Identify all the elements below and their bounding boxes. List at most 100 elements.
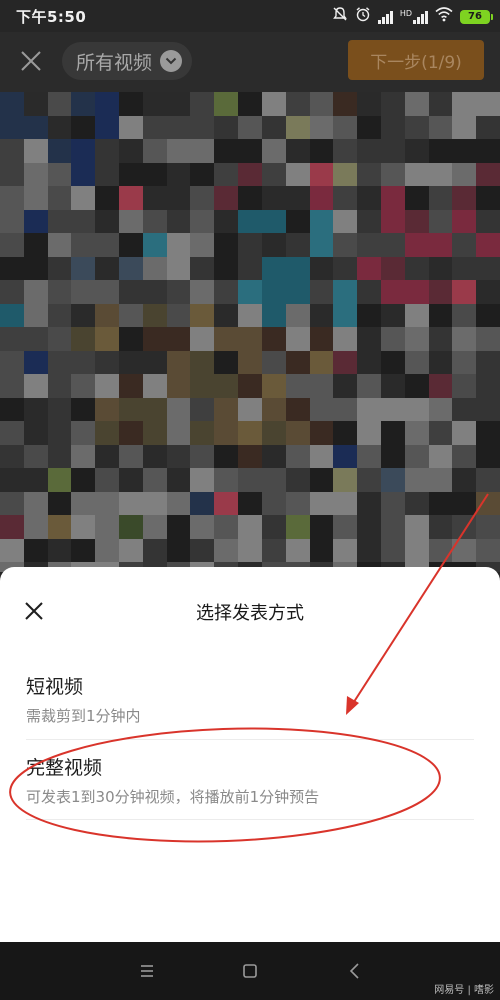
video-thumbnail-grid[interactable] — [0, 92, 500, 572]
mosaic-cell — [0, 209, 24, 233]
mosaic-cell — [285, 233, 310, 257]
mosaic-cell — [404, 374, 429, 398]
mosaic-cell — [47, 421, 72, 445]
mosaic-cell — [190, 538, 215, 562]
mosaic-cell — [309, 115, 334, 139]
mosaic-cell — [404, 421, 429, 445]
mosaic-cell — [476, 397, 500, 421]
mosaic-cell — [285, 468, 310, 492]
option-full-video[interactable]: 完整视频 可发表1到30分钟视频，将播放前1分钟预告 — [26, 753, 474, 815]
mosaic-cell — [166, 538, 191, 562]
mosaic-cell — [166, 350, 191, 374]
mosaic-cell — [119, 303, 143, 327]
mosaic-cell — [261, 303, 286, 327]
mosaic-cell — [261, 209, 286, 233]
mosaic-cell — [333, 186, 358, 210]
mosaic-cell — [261, 515, 286, 539]
mosaic-cell — [285, 162, 310, 186]
mosaic-cell — [71, 468, 96, 492]
mosaic-cell — [166, 162, 191, 186]
mosaic-cell — [452, 186, 477, 210]
mosaic-cell — [95, 421, 120, 445]
mosaic-cell — [261, 468, 286, 492]
home-icon[interactable] — [237, 958, 263, 984]
mosaic-cell — [428, 421, 453, 445]
mosaic-cell — [166, 209, 191, 233]
mosaic-cell — [95, 162, 120, 186]
mosaic-cell — [309, 421, 334, 445]
mosaic-cell — [261, 139, 286, 163]
mosaic-cell — [214, 538, 239, 562]
mosaic-cell — [142, 139, 167, 163]
mosaic-cell — [71, 397, 96, 421]
mosaic-cell — [166, 92, 191, 116]
album-selector[interactable]: 所有视频 — [62, 42, 193, 80]
mosaic-cell — [380, 303, 405, 327]
mosaic-cell — [380, 186, 405, 210]
mosaic-cell — [119, 444, 143, 468]
mosaic-cell — [119, 374, 143, 398]
mosaic-cell — [71, 162, 96, 186]
mosaic-cell — [333, 444, 358, 468]
mosaic-cell — [452, 280, 477, 304]
mosaic-cell — [190, 327, 215, 351]
mosaic-cell — [357, 280, 381, 304]
status-time: 下午5:50 — [16, 8, 87, 26]
mosaic-cell — [238, 468, 262, 492]
mosaic-cell — [71, 303, 96, 327]
mosaic-cell — [71, 209, 96, 233]
mosaic-cell — [404, 256, 429, 280]
mosaic-cell — [166, 327, 191, 351]
mosaic-cell — [142, 350, 167, 374]
mosaic-cell — [428, 350, 453, 374]
mosaic-cell — [357, 139, 381, 163]
mosaic-cell — [0, 139, 24, 163]
mosaic-cell — [333, 491, 358, 515]
mosaic-cell — [357, 256, 381, 280]
mosaic-cell — [357, 397, 381, 421]
mosaic-cell — [190, 233, 215, 257]
mosaic-cell — [309, 444, 334, 468]
next-step-button[interactable]: 下一步(1/9) — [348, 40, 484, 80]
mosaic-cell — [190, 468, 215, 492]
mosaic-cell — [428, 139, 453, 163]
mosaic-cell — [238, 397, 262, 421]
mosaic-cell — [95, 280, 120, 304]
mosaic-cell — [309, 374, 334, 398]
mosaic-cell — [452, 421, 477, 445]
mosaic-cell — [238, 444, 262, 468]
mosaic-cell — [214, 256, 239, 280]
mosaic-cell — [47, 115, 72, 139]
mosaic-cell — [119, 327, 143, 351]
mosaic-cell — [285, 139, 310, 163]
wifi-icon — [435, 6, 453, 28]
menu-icon[interactable] — [134, 958, 160, 984]
mosaic-cell — [476, 139, 500, 163]
mosaic-cell — [428, 374, 453, 398]
top-bar: 所有视频 下一步(1/9) — [0, 32, 500, 92]
mosaic-cell — [285, 303, 310, 327]
mosaic-cell — [190, 139, 215, 163]
mosaic-cell — [166, 303, 191, 327]
mosaic-cell — [380, 280, 405, 304]
back-icon[interactable] — [342, 958, 368, 984]
mosaic-cell — [95, 491, 120, 515]
mosaic-cell — [452, 233, 477, 257]
option-short-video[interactable]: 短视频 需裁剪到1分钟内 — [26, 672, 474, 734]
mosaic-cell — [333, 139, 358, 163]
chevron-down-icon — [160, 50, 183, 72]
mosaic-cell — [214, 209, 239, 233]
close-icon[interactable] — [16, 46, 48, 78]
mosaic-cell — [476, 538, 500, 562]
mosaic-cell — [261, 327, 286, 351]
mosaic-cell — [476, 256, 500, 280]
mosaic-cell — [285, 515, 310, 539]
mosaic-cell — [309, 139, 334, 163]
mosaic-cell — [214, 115, 239, 139]
mosaic-cell — [357, 421, 381, 445]
mosaic-cell — [142, 92, 167, 116]
mosaic-cell — [142, 209, 167, 233]
mosaic-cell — [261, 491, 286, 515]
mosaic-cell — [476, 303, 500, 327]
mosaic-cell — [238, 303, 262, 327]
